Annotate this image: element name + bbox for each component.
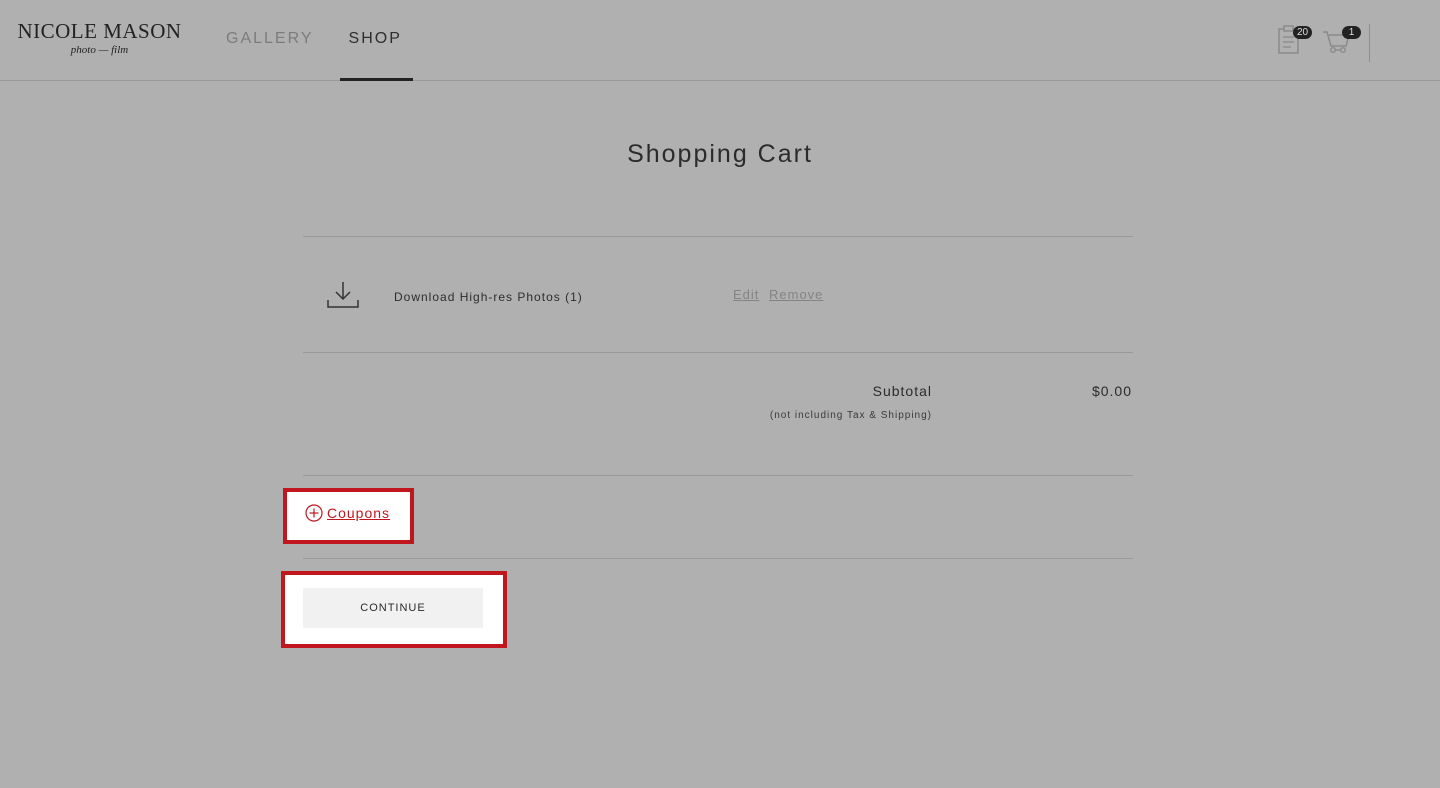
subtotal-note: (not including Tax & Shipping) xyxy=(769,410,932,421)
subtotal-value: $0.00 xyxy=(1091,383,1132,399)
continue-highlight: CONTINUE xyxy=(281,571,507,648)
continue-button[interactable]: CONTINUE xyxy=(303,588,483,628)
nav-shop[interactable]: SHOP xyxy=(339,30,414,81)
divider xyxy=(303,558,1133,559)
coupons-label: Coupons xyxy=(327,505,391,521)
orders-button[interactable]: 20 xyxy=(1276,24,1312,61)
cart-count-badge: 1 xyxy=(1342,26,1361,39)
site-header: NICOLE MASON photo — film GALLERY SHOP 2… xyxy=(0,0,1440,81)
divider xyxy=(303,352,1133,353)
plus-circle-icon xyxy=(305,504,323,522)
logo-name: NICOLE MASON xyxy=(17,19,182,43)
download-icon xyxy=(327,282,359,308)
page-title: Shopping Cart xyxy=(627,140,813,168)
site-logo[interactable]: NICOLE MASON photo — film xyxy=(17,20,182,57)
subtotal-label: Subtotal xyxy=(872,383,932,399)
edit-item-link[interactable]: Edit xyxy=(733,287,759,302)
orders-count-badge: 20 xyxy=(1293,26,1312,39)
logo-subtitle: photo — film xyxy=(70,44,129,56)
nav-gallery[interactable]: GALLERY xyxy=(226,30,314,48)
cart-item-label: Download High-res Photos (1) xyxy=(394,290,583,304)
coupons-highlight: Coupons xyxy=(283,488,414,544)
remove-item-link[interactable]: Remove xyxy=(769,287,823,302)
coupons-toggle[interactable]: Coupons xyxy=(305,504,390,522)
divider xyxy=(303,475,1133,476)
divider xyxy=(303,236,1133,237)
cart-button[interactable]: 1 xyxy=(1322,24,1361,61)
header-divider xyxy=(1369,24,1370,62)
main-nav: GALLERY SHOP xyxy=(226,30,437,81)
